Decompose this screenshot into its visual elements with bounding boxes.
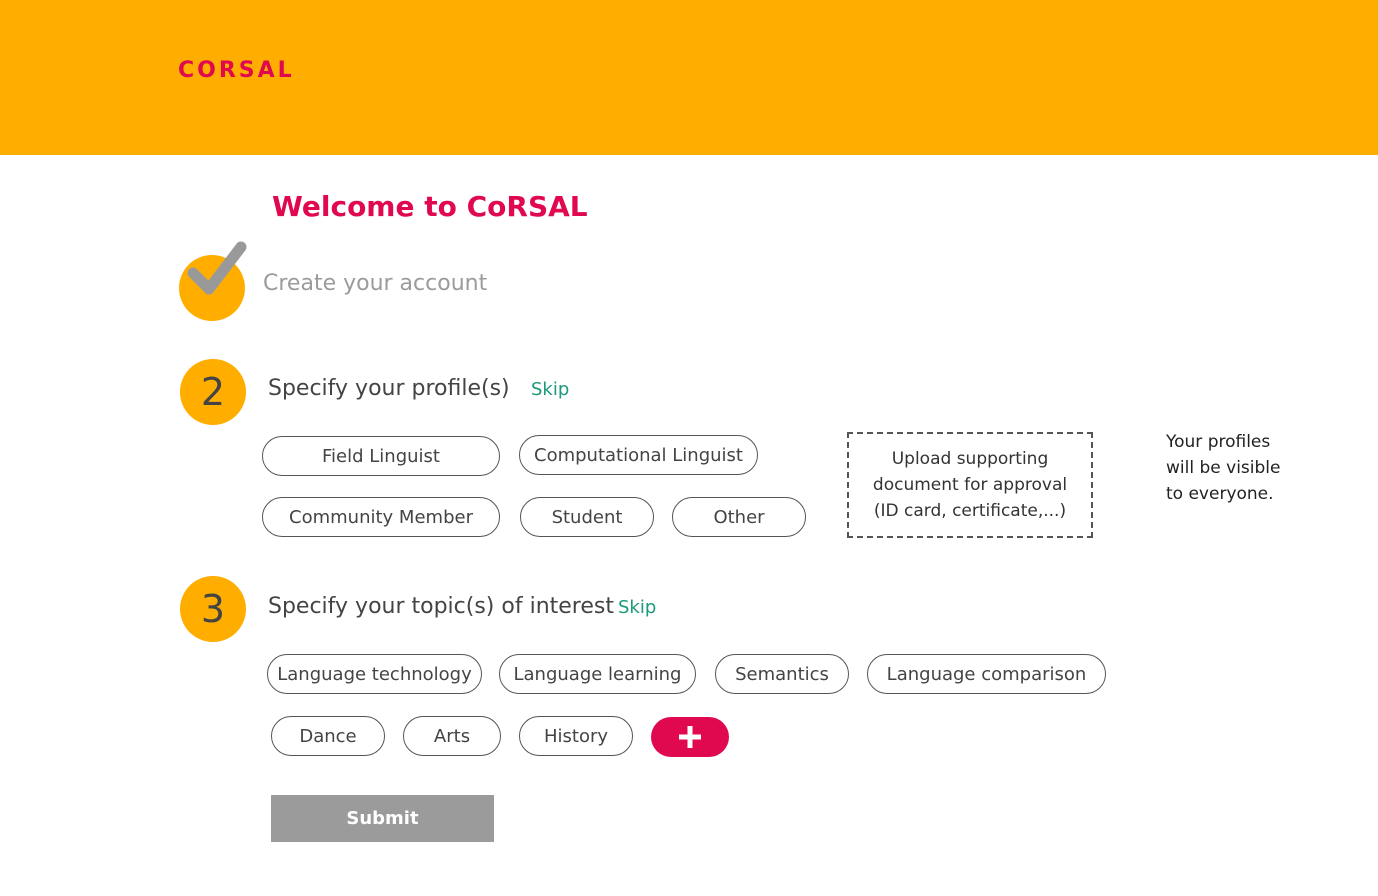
- step-2-label: Specify your profile(s): [268, 376, 510, 401]
- add-topic-button[interactable]: [651, 717, 729, 757]
- plus-icon: [679, 726, 701, 748]
- step-2-indicator: 2: [180, 359, 246, 425]
- corsal-logo[interactable]: CORSAL: [178, 58, 295, 83]
- topic-option-language-technology[interactable]: Language technology: [267, 654, 482, 694]
- skip-topics-link[interactable]: Skip: [618, 597, 656, 618]
- topic-option-history[interactable]: History: [519, 716, 633, 756]
- page-title: Welcome to CoRSAL: [272, 190, 588, 223]
- profile-option-community-member[interactable]: Community Member: [262, 497, 500, 537]
- topic-option-language-comparison[interactable]: Language comparison: [867, 654, 1106, 694]
- step-1-label: Create your account: [263, 271, 488, 296]
- topic-option-semantics[interactable]: Semantics: [715, 654, 849, 694]
- top-header: CORSAL: [0, 0, 1378, 155]
- profile-option-student[interactable]: Student: [520, 497, 654, 537]
- topic-option-dance[interactable]: Dance: [271, 716, 385, 756]
- topic-option-language-learning[interactable]: Language learning: [499, 654, 696, 694]
- profile-visibility-note: Your profiles will be visible to everyon…: [1166, 432, 1281, 504]
- checkmark-icon: [187, 241, 247, 295]
- upload-document-dropzone[interactable]: Upload supporting document for approval …: [847, 432, 1093, 538]
- profile-option-field-linguist[interactable]: Field Linguist: [262, 436, 500, 476]
- step-3-label: Specify your topic(s) of interest: [268, 594, 614, 619]
- profile-option-computational-linguist[interactable]: Computational Linguist: [519, 435, 758, 475]
- step-1-indicator: [179, 241, 247, 321]
- submit-button[interactable]: Submit: [271, 795, 494, 842]
- skip-profiles-link[interactable]: Skip: [531, 379, 569, 400]
- profile-option-other[interactable]: Other: [672, 497, 806, 537]
- step-3-indicator: 3: [180, 576, 246, 642]
- topic-option-arts[interactable]: Arts: [403, 716, 501, 756]
